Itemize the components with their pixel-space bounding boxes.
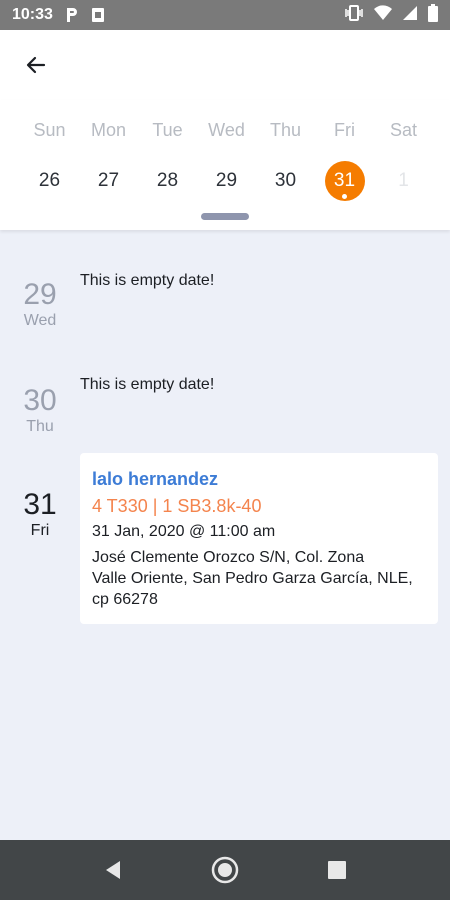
- vibrate-icon: [344, 4, 364, 26]
- nav-recents-button[interactable]: [281, 840, 393, 900]
- event-address-line: José Clemente Orozco S/N, Col. Zona: [92, 549, 365, 566]
- weekday-header: Sun Mon Tue Wed Thu Fri Sat: [0, 120, 450, 141]
- calendar-day[interactable]: 28: [138, 162, 197, 200]
- status-time: 10:33: [12, 6, 53, 23]
- agenda-date: 31 Fri: [0, 488, 80, 540]
- event-items: 4 T330 | 1 SB3.8k-40: [92, 496, 262, 516]
- weekday-label: Mon: [90, 120, 126, 140]
- weekday-label: Tue: [152, 120, 183, 140]
- nav-back-button[interactable]: [57, 840, 169, 900]
- nav-home-button[interactable]: [169, 840, 281, 900]
- week-days: 26 27 28 29 30 31 1: [0, 161, 450, 201]
- calendar-day[interactable]: 29: [197, 162, 256, 200]
- back-triangle-icon: [106, 861, 120, 879]
- wifi-icon: [374, 4, 392, 26]
- calendar-day-selected[interactable]: 31: [315, 161, 374, 201]
- system-nav-bar: [0, 840, 450, 900]
- calendar-day-disabled: 1: [398, 170, 409, 191]
- agenda-date-day: Thu: [26, 418, 54, 435]
- calendar-day[interactable]: 30: [256, 162, 315, 200]
- agenda-date-day: Fri: [30, 522, 50, 539]
- event-address: José Clemente Orozco S/N, Col. Zona Vall…: [92, 547, 426, 610]
- recents-square-icon: [328, 861, 346, 879]
- selected-day-number: 31: [333, 170, 356, 191]
- agenda-date: 30 Thu: [0, 384, 80, 436]
- weekday-label: Sat: [389, 120, 418, 140]
- event-card[interactable]: lalo hernandez 4 T330 | 1 SB3.8k-40 31 J…: [80, 453, 438, 624]
- weekday-label: Wed: [208, 120, 245, 140]
- event-marker-dot: [342, 194, 347, 199]
- arrow-left-icon: [26, 56, 46, 74]
- status-bar: 10:33: [0, 0, 450, 30]
- sim-card-icon: [89, 6, 107, 24]
- empty-date-message: This is empty date!: [80, 376, 215, 393]
- week-calendar: Sun Mon Tue Wed Thu Fri Sat 26 27 28 29 …: [0, 100, 450, 230]
- event-address-line: Valle Oriente, San Pedro Garza García, N…: [92, 570, 413, 587]
- back-button[interactable]: [20, 49, 52, 81]
- agenda-date: 29 Wed: [0, 278, 80, 330]
- event-datetime: 31 Jan, 2020 @ 11:00 am: [92, 523, 276, 540]
- agenda-date-number: 30: [23, 384, 57, 417]
- calendar-day[interactable]: 26: [20, 162, 79, 200]
- event-customer-name: lalo hernandez: [92, 469, 219, 489]
- signal-icon: [402, 5, 418, 26]
- weekday-label: Thu: [269, 120, 302, 140]
- agenda-date-number: 29: [23, 278, 57, 311]
- weekday-label: Sun: [33, 120, 66, 140]
- agenda-date-number: 31: [23, 488, 57, 521]
- battery-icon: [428, 3, 438, 27]
- event-address-line: cp 66278: [92, 591, 158, 608]
- weekday-label: Fri: [334, 120, 355, 140]
- parking-icon: [63, 6, 81, 24]
- agenda-date-day: Wed: [23, 312, 57, 329]
- app-bar: [0, 30, 450, 100]
- calendar-day[interactable]: 27: [79, 162, 138, 200]
- empty-date-message: This is empty date!: [80, 272, 215, 289]
- home-circle-icon: [211, 856, 239, 884]
- agenda-list: 29 Wed This is empty date! 30 Thu This i…: [0, 230, 450, 840]
- calendar-expand-handle[interactable]: [201, 213, 249, 220]
